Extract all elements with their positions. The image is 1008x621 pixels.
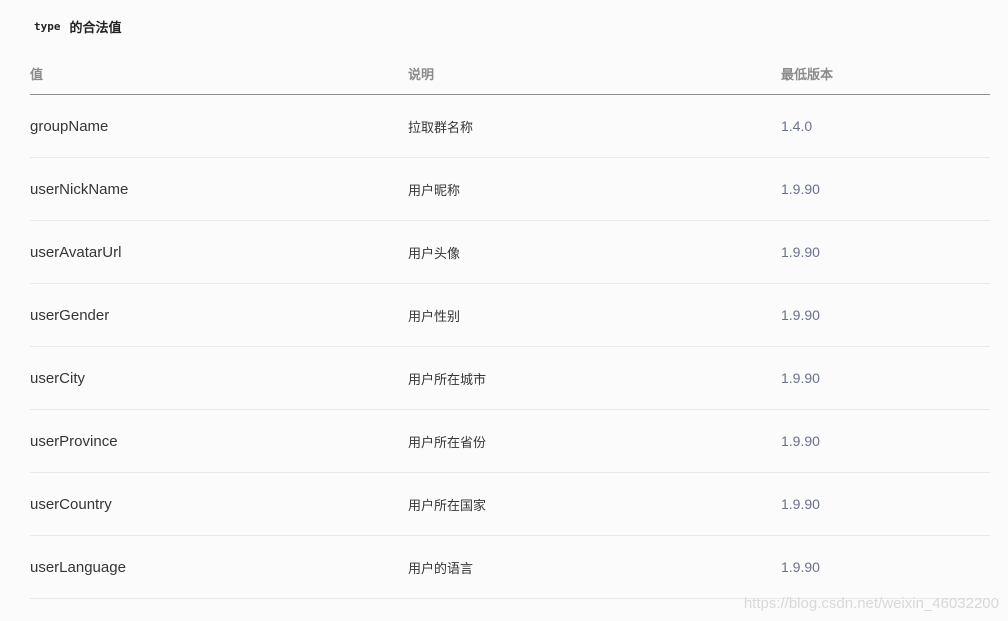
cell-value: userCountry bbox=[30, 495, 112, 513]
table-row: userProvince 用户所在省份 1.9.90 bbox=[30, 410, 990, 473]
cell-description: 用户所在国家 bbox=[408, 498, 487, 514]
cell-version: 1.9.90 bbox=[781, 559, 820, 575]
cell-description: 用户的语言 bbox=[408, 561, 474, 577]
cell-value: userNickName bbox=[30, 180, 129, 198]
table-header: 值 说明 最低版本 bbox=[30, 52, 990, 95]
cell-value: userLanguage bbox=[30, 558, 126, 576]
cell-description: 用户所在城市 bbox=[408, 372, 487, 388]
cell-value: userProvince bbox=[30, 432, 118, 450]
header-description: 说明 bbox=[408, 67, 435, 83]
table-row: userCity 用户所在城市 1.9.90 bbox=[30, 347, 990, 410]
watermark: https://blog.csdn.net/weixin_46032200 bbox=[743, 595, 999, 612]
table-row: userAvatarUrl 用户头像 1.9.90 bbox=[30, 221, 990, 284]
cell-description: 拉取群名称 bbox=[408, 120, 474, 136]
values-table: 值 说明 最低版本 groupName 拉取群名称 1.4.0 userNick… bbox=[30, 52, 990, 599]
header-min-version: 最低版本 bbox=[781, 67, 834, 83]
cell-description: 用户所在省份 bbox=[408, 435, 487, 451]
cell-version: 1.9.90 bbox=[781, 307, 820, 323]
table-row: userLanguage 用户的语言 1.9.90 bbox=[30, 536, 990, 599]
cell-description: 用户昵称 bbox=[408, 183, 461, 199]
cell-value: groupName bbox=[30, 117, 109, 135]
table-row: userCountry 用户所在国家 1.9.90 bbox=[30, 473, 990, 536]
cell-version: 1.4.0 bbox=[781, 118, 813, 134]
cell-description: 用户头像 bbox=[408, 246, 461, 262]
section-title: type 的合法值 bbox=[34, 16, 122, 36]
header-value: 值 bbox=[30, 67, 44, 83]
table-row: userNickName 用户昵称 1.9.90 bbox=[30, 158, 990, 221]
table-row: groupName 拉取群名称 1.4.0 bbox=[30, 95, 990, 158]
cell-version: 1.9.90 bbox=[781, 244, 820, 260]
cell-value: userCity bbox=[30, 369, 86, 387]
cell-value: userGender bbox=[30, 306, 110, 324]
cell-description: 用户性别 bbox=[408, 309, 461, 325]
table-row: userGender 用户性别 1.9.90 bbox=[30, 284, 990, 347]
cell-value: userAvatarUrl bbox=[30, 243, 122, 261]
type-code: type bbox=[34, 19, 61, 33]
cell-version: 1.9.90 bbox=[781, 433, 820, 449]
section-title-text: 的合法值 bbox=[69, 20, 122, 36]
cell-version: 1.9.90 bbox=[781, 496, 820, 512]
cell-version: 1.9.90 bbox=[781, 370, 820, 386]
cell-version: 1.9.90 bbox=[781, 181, 820, 197]
